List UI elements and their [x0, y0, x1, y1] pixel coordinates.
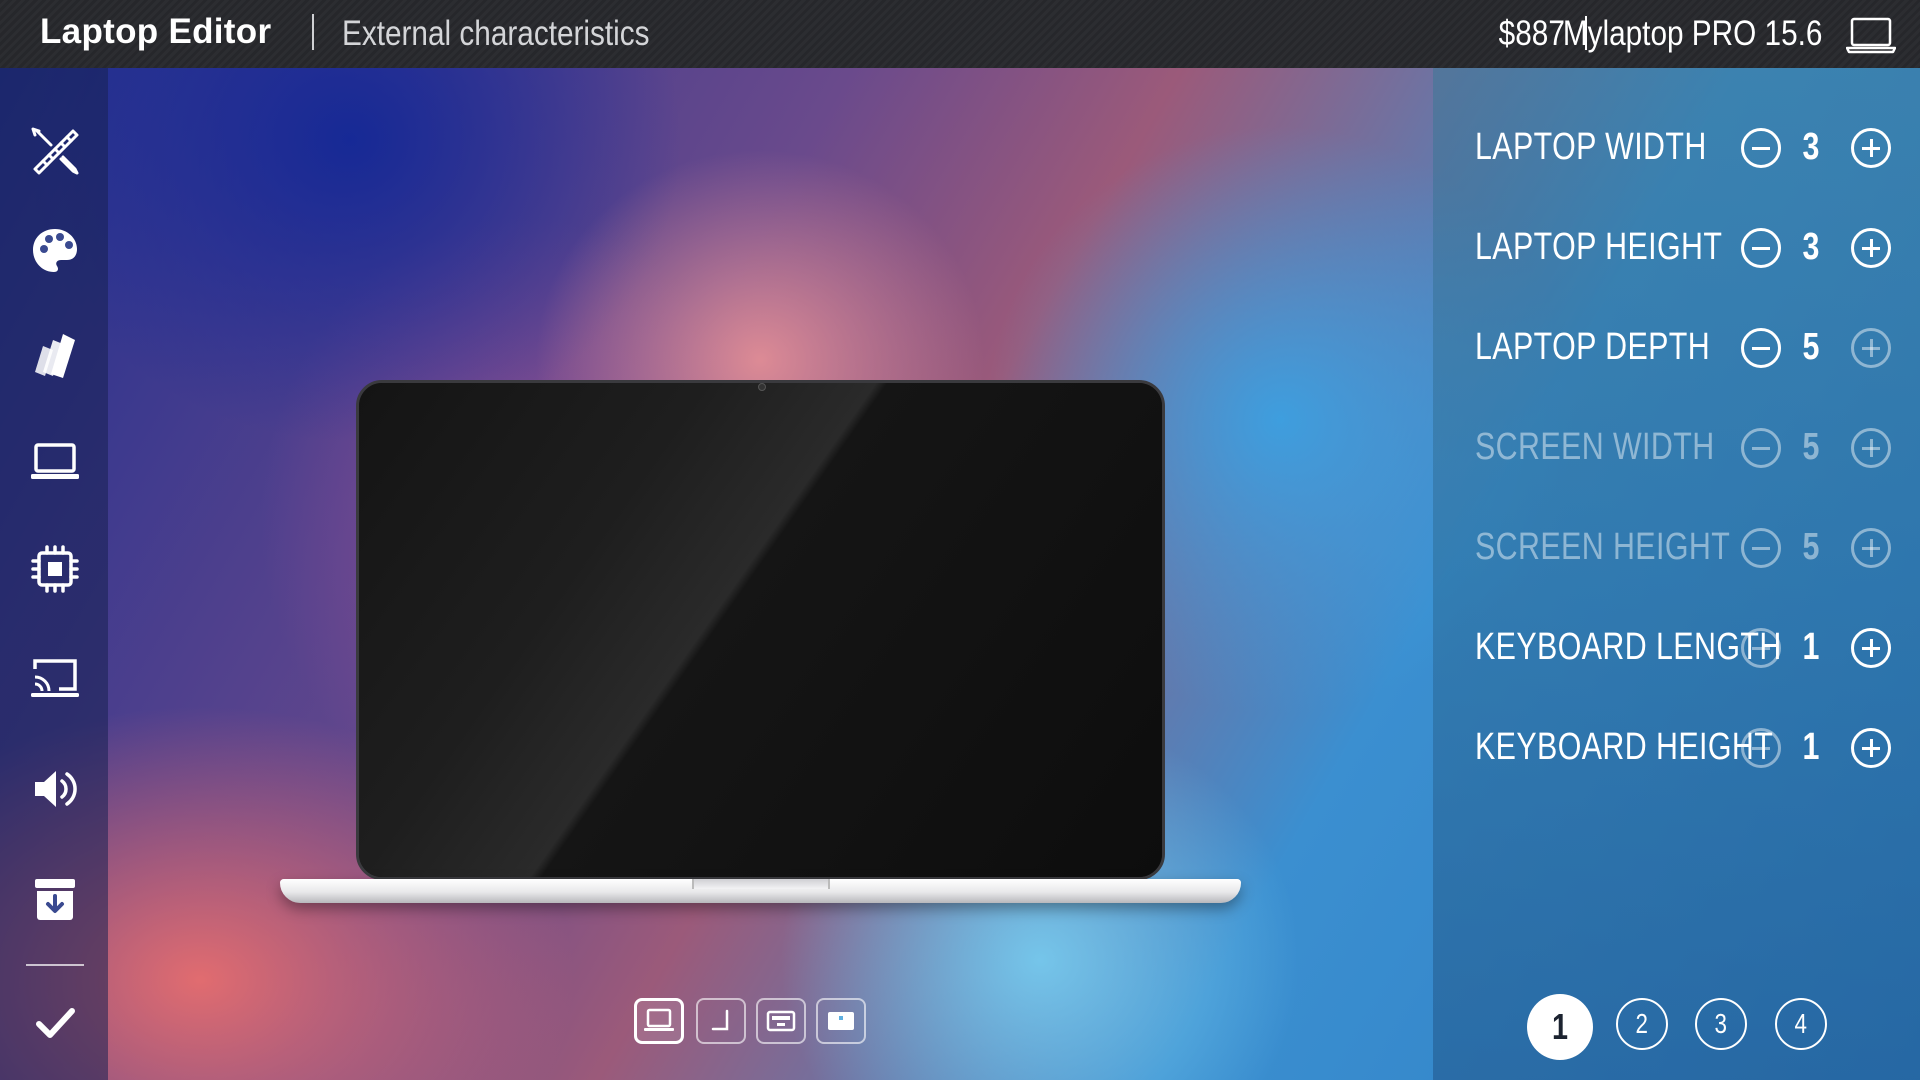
- settings-panel: LAPTOP WIDTH 3 LAPTOP HEIGHT 3 LAPTOP DE…: [1433, 68, 1920, 1080]
- setting-label: LAPTOP DEPTH: [1475, 326, 1711, 368]
- cpu-icon: [31, 545, 79, 593]
- page-number: 1: [1551, 1006, 1569, 1047]
- setting-row-laptop-depth: LAPTOP DEPTH 5: [1433, 318, 1920, 378]
- increase-button[interactable]: [1851, 528, 1891, 568]
- section-title: External characteristics: [342, 14, 650, 53]
- increase-button[interactable]: [1851, 628, 1891, 668]
- page-number: 4: [1794, 1008, 1808, 1039]
- model-name: Mylaptop PRO 15.6: [1562, 14, 1822, 53]
- laptop-lid: [356, 380, 1165, 880]
- download-box-icon: [35, 879, 75, 920]
- minus-icon: [1752, 546, 1770, 550]
- page-number: 2: [1635, 1008, 1649, 1039]
- setting-label: KEYBOARD HEIGHT: [1475, 726, 1774, 768]
- confirm-button[interactable]: [24, 992, 86, 1054]
- decrease-button[interactable]: [1741, 628, 1781, 668]
- setting-value: 3: [1802, 126, 1820, 168]
- page-button-2[interactable]: 2: [1616, 998, 1668, 1050]
- setting-label: KEYBOARD LENGTH: [1475, 626, 1782, 668]
- setting-value: 3: [1802, 226, 1820, 268]
- sidebar-item-display[interactable]: [24, 646, 86, 708]
- setting-row-laptop-height: LAPTOP HEIGHT 3: [1433, 218, 1920, 278]
- setting-row-laptop-width: LAPTOP WIDTH 3: [1433, 118, 1920, 178]
- page-button-4[interactable]: 4: [1775, 998, 1827, 1050]
- decrease-button[interactable]: [1741, 728, 1781, 768]
- sidebar-divider: [26, 964, 84, 966]
- decrease-button[interactable]: [1741, 228, 1781, 268]
- plus-icon-vertical: [1869, 439, 1873, 457]
- laptop-screen: [359, 383, 1162, 877]
- setting-label: LAPTOP HEIGHT: [1475, 226, 1723, 268]
- minus-icon: [1752, 446, 1770, 450]
- plus-icon-vertical: [1869, 739, 1873, 757]
- sidebar-item-sound[interactable]: [24, 758, 86, 820]
- setting-value: 5: [1802, 426, 1820, 468]
- decrease-button[interactable]: [1741, 428, 1781, 468]
- checkmark-icon: [36, 1008, 75, 1038]
- minus-icon: [1752, 246, 1770, 250]
- view-screen-button[interactable]: [816, 998, 866, 1044]
- screen-view-icon: [828, 1012, 854, 1030]
- webcam: [758, 383, 766, 391]
- laptop-hinge-notch: [692, 879, 830, 889]
- minus-icon: [1752, 646, 1770, 650]
- increase-button[interactable]: [1851, 328, 1891, 368]
- swatches-icon: [35, 334, 75, 378]
- decrease-button[interactable]: [1741, 528, 1781, 568]
- view-side-button[interactable]: [696, 998, 746, 1044]
- minus-icon: [1752, 746, 1770, 750]
- ruler-pencil-icon: [31, 127, 79, 175]
- side-view-icon: [711, 1009, 729, 1031]
- minus-icon: [1752, 146, 1770, 150]
- plus-icon-vertical: [1869, 639, 1873, 657]
- setting-value: 5: [1802, 326, 1820, 368]
- plus-icon-vertical: [1869, 339, 1873, 357]
- increase-button[interactable]: [1851, 728, 1891, 768]
- plus-icon-vertical: [1869, 539, 1873, 557]
- setting-row-screen-width: SCREEN WIDTH 5: [1433, 418, 1920, 478]
- sidebar-item-materials[interactable]: [24, 323, 86, 385]
- page-number: 3: [1714, 1008, 1728, 1039]
- setting-value: 1: [1802, 726, 1820, 768]
- front-view-icon: [644, 1008, 674, 1031]
- app-title: Laptop Editor: [40, 12, 272, 51]
- sidebar-item-dimensions[interactable]: [24, 120, 86, 182]
- speaker-icon: [35, 771, 77, 807]
- view-front-button[interactable]: [634, 998, 684, 1044]
- sidebar-item-laptop[interactable]: [24, 430, 86, 492]
- increase-button[interactable]: [1851, 428, 1891, 468]
- setting-label: SCREEN HEIGHT: [1475, 526, 1731, 568]
- view-top-button[interactable]: [756, 998, 806, 1044]
- page-button-1[interactable]: 1: [1527, 994, 1593, 1060]
- sidebar-item-processor[interactable]: [24, 538, 86, 600]
- sidebar-item-colors[interactable]: [24, 220, 86, 282]
- setting-value: 1: [1802, 626, 1820, 668]
- plus-icon-vertical: [1869, 139, 1873, 157]
- setting-row-keyboard-length: KEYBOARD LENGTH 1: [1433, 618, 1920, 678]
- setting-value: 5: [1802, 526, 1820, 568]
- increase-button[interactable]: [1851, 228, 1891, 268]
- increase-button[interactable]: [1851, 128, 1891, 168]
- minus-icon: [1752, 346, 1770, 350]
- setting-row-keyboard-height: KEYBOARD HEIGHT 1: [1433, 718, 1920, 778]
- left-sidebar: [0, 68, 108, 1080]
- top-bar: Laptop Editor External characteristics $…: [0, 0, 1920, 68]
- palette-icon: [33, 229, 77, 272]
- setting-label: LAPTOP WIDTH: [1475, 126, 1707, 168]
- setting-row-screen-height: SCREEN HEIGHT 5: [1433, 518, 1920, 578]
- page-button-3[interactable]: 3: [1695, 998, 1747, 1050]
- laptop-icon: [31, 443, 79, 479]
- setting-label: SCREEN WIDTH: [1475, 426, 1715, 468]
- plus-icon-vertical: [1869, 239, 1873, 257]
- decrease-button[interactable]: [1741, 328, 1781, 368]
- price-label: $887: [1498, 14, 1565, 53]
- laptop-outline-icon: [1845, 16, 1897, 54]
- sidebar-item-save[interactable]: [24, 868, 86, 930]
- top-view-icon: [766, 1010, 796, 1032]
- title-separator: [312, 14, 314, 50]
- decrease-button[interactable]: [1741, 128, 1781, 168]
- screen-cast-icon: [31, 659, 79, 697]
